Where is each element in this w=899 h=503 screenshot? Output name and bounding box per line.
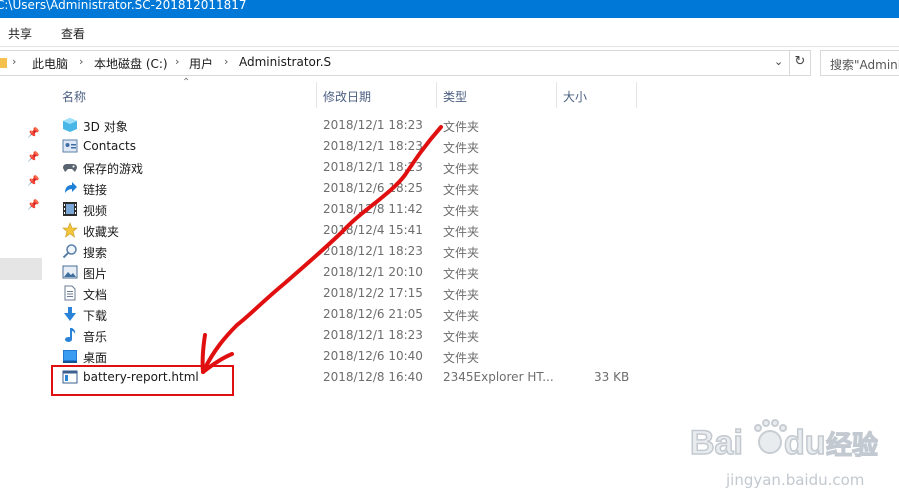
svg-text:du: du	[784, 424, 826, 462]
svg-text:经验: 经验	[826, 430, 878, 461]
svg-text:Bai: Bai	[690, 424, 743, 462]
watermark-url: jingyan.baidu.com	[726, 471, 865, 489]
